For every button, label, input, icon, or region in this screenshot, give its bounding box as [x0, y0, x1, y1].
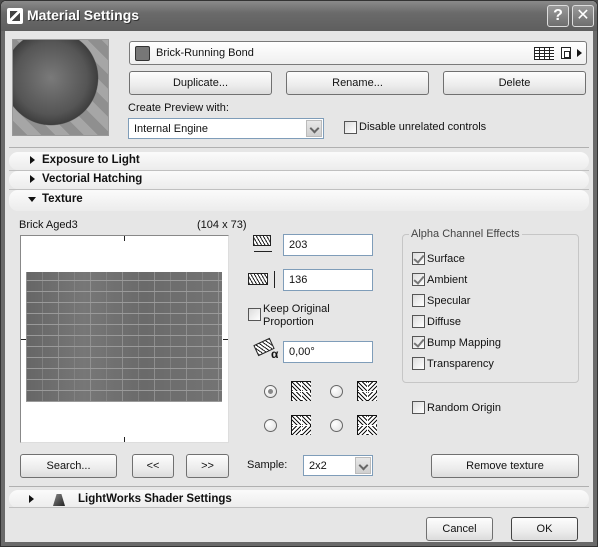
alpha-symbol-icon: α [271, 347, 279, 361]
keep-proportion-checkbox[interactable] [248, 308, 261, 321]
window-frame [593, 31, 597, 546]
search-texture-button[interactable]: Search... [20, 454, 117, 478]
next-texture-button[interactable]: >> [186, 454, 229, 478]
material-settings-dialog: Material Settings ? ✕ Brick-Running Bond… [0, 0, 598, 547]
texture-height-input[interactable]: 136 [283, 269, 373, 291]
mirror-none-icon [291, 381, 311, 401]
width-arrow-icon [254, 251, 272, 252]
section-texture-header[interactable] [9, 190, 589, 211]
sample-label: Sample: [247, 459, 288, 471]
expand-arrow-icon [577, 49, 582, 57]
disable-unrelated-checkbox[interactable] [344, 121, 357, 134]
remove-texture-button[interactable]: Remove texture [431, 454, 579, 478]
texture-image [26, 272, 222, 402]
alpha-checkbox-transparency[interactable] [412, 357, 425, 370]
random-origin-label: Random Origin [427, 402, 501, 414]
section-hatching-title: Vectorial Hatching [42, 173, 143, 185]
alpha-checkbox-bump-mapping[interactable] [412, 336, 425, 349]
mirror-option-radio-1[interactable] [264, 385, 277, 398]
section-lightworks-title: LightWorks Shader Settings [78, 493, 232, 505]
sample-select[interactable]: 2x2 [303, 455, 373, 476]
collapse-arrow-icon [28, 197, 36, 202]
create-preview-label: Create Preview with: [128, 102, 229, 114]
section-exposure-title: Exposure to Light [42, 154, 140, 166]
mirror-horizontal-icon [357, 381, 377, 401]
texture-angle-input[interactable]: 0,00° [283, 341, 373, 363]
section-texture-title: Texture [42, 193, 83, 205]
texture-height-icon [248, 273, 268, 285]
alpha-label: Surface [427, 253, 465, 265]
alpha-label: Diffuse [427, 316, 462, 328]
material-name: Brick-Running Bond [156, 47, 254, 59]
document-icon [561, 47, 571, 59]
sample-value: 2x2 [309, 460, 327, 472]
mirror-option-radio-4[interactable] [330, 419, 343, 432]
window-frame [1, 542, 597, 546]
tick-mark [124, 236, 125, 241]
mirror-option-radio-2[interactable] [330, 385, 343, 398]
tick-mark [223, 339, 228, 340]
expand-arrow-icon [30, 175, 35, 183]
material-swatch [135, 46, 150, 61]
alpha-checkbox-diffuse[interactable] [412, 315, 425, 328]
keep-proportion-label-line1: Keep Original [263, 303, 330, 315]
chevron-down-icon[interactable] [355, 457, 371, 474]
mirror-option-radio-3[interactable] [264, 419, 277, 432]
close-button[interactable]: ✕ [572, 5, 594, 27]
rename-button[interactable]: Rename... [286, 71, 429, 95]
alpha-label: Bump Mapping [427, 337, 501, 349]
texture-width-icon [253, 235, 271, 246]
texture-preview [20, 235, 229, 443]
mirror-vertical-icon [291, 415, 311, 435]
divider [9, 147, 589, 148]
window-title: Material Settings [27, 7, 140, 23]
texture-dimensions: (104 x 73) [197, 219, 247, 231]
alpha-channel-title: Alpha Channel Effects [409, 228, 522, 240]
expand-arrow-icon [30, 156, 35, 164]
alpha-label: Specular [427, 295, 471, 307]
cancel-button[interactable]: Cancel [426, 517, 493, 541]
texture-width-input[interactable]: 203 [283, 234, 373, 256]
alpha-label: Ambient [427, 274, 468, 286]
height-arrow-icon [274, 271, 275, 288]
mirror-both-icon [357, 415, 377, 435]
app-icon [7, 8, 23, 24]
chevron-down-icon[interactable] [306, 120, 322, 137]
brick-hatch-icon [534, 47, 554, 60]
divider [9, 486, 589, 487]
title-bar[interactable]: Material Settings ? ✕ [1, 1, 597, 31]
alpha-checkbox-surface[interactable] [412, 252, 425, 265]
expand-arrow-icon [29, 495, 34, 503]
random-origin-checkbox[interactable] [412, 401, 425, 414]
alpha-checkbox-ambient[interactable] [412, 273, 425, 286]
divider [9, 507, 589, 508]
alpha-label: Transparency [427, 358, 494, 370]
tick-mark [21, 339, 26, 340]
help-button[interactable]: ? [547, 5, 569, 27]
keep-proportion-label-line2: Proportion [263, 316, 314, 328]
duplicate-button[interactable]: Duplicate... [129, 71, 272, 95]
disable-unrelated-label: Disable unrelated controls [359, 121, 487, 133]
window-frame [1, 31, 5, 546]
preview-engine-select[interactable]: Internal Engine [128, 118, 324, 139]
tick-mark [124, 437, 125, 442]
previous-texture-button[interactable]: << [132, 454, 174, 478]
texture-name: Brick Aged3 [19, 219, 78, 231]
preview-engine-value: Internal Engine [134, 123, 208, 135]
delete-button[interactable]: Delete [443, 71, 586, 95]
ok-button[interactable]: OK [511, 517, 578, 541]
material-selector[interactable]: Brick-Running Bond [129, 41, 587, 65]
alpha-checkbox-specular[interactable] [412, 294, 425, 307]
material-preview-sphere [12, 39, 109, 136]
